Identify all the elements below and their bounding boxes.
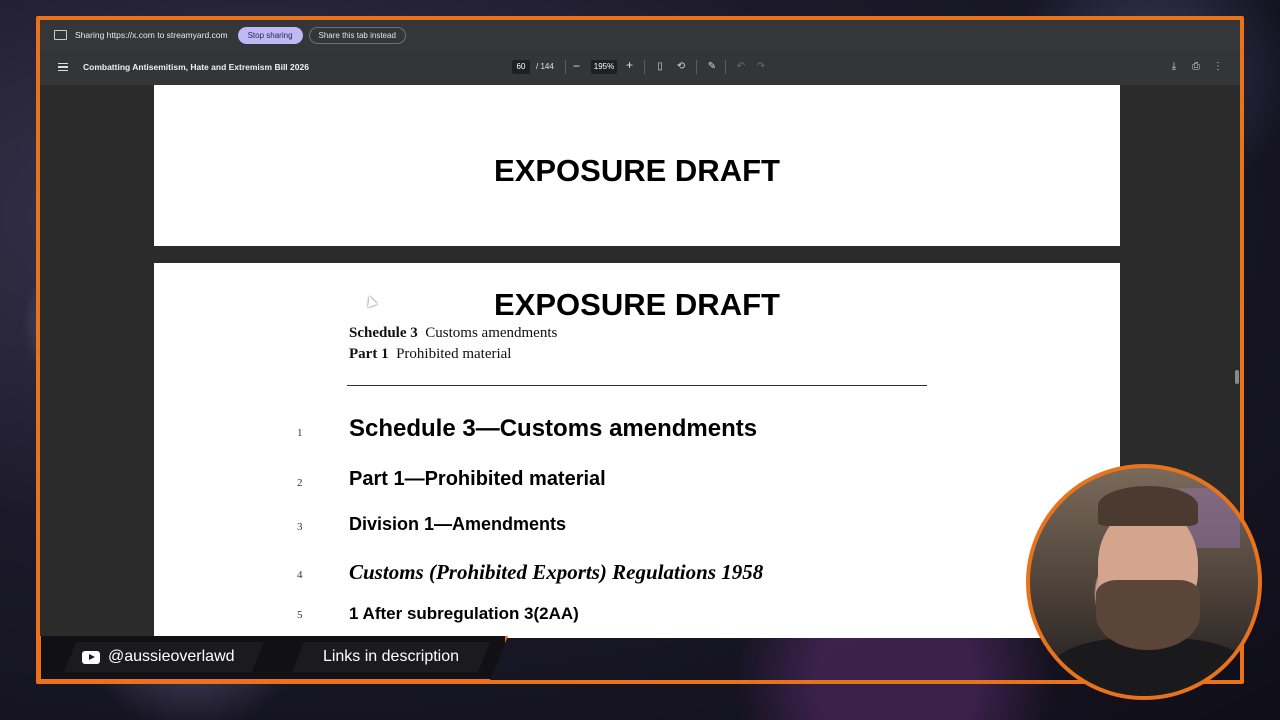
presenter-hair — [1098, 486, 1198, 526]
webcam-overlay — [1026, 464, 1262, 700]
channel-handle-tag: @aussieoverlawd — [64, 642, 264, 672]
links-text: Links in description — [322, 648, 460, 665]
presenter-beard — [1096, 580, 1200, 650]
youtube-icon — [82, 650, 100, 664]
links-tag: Links in description — [292, 642, 490, 672]
channel-handle: @aussieoverlawd — [108, 648, 235, 665]
